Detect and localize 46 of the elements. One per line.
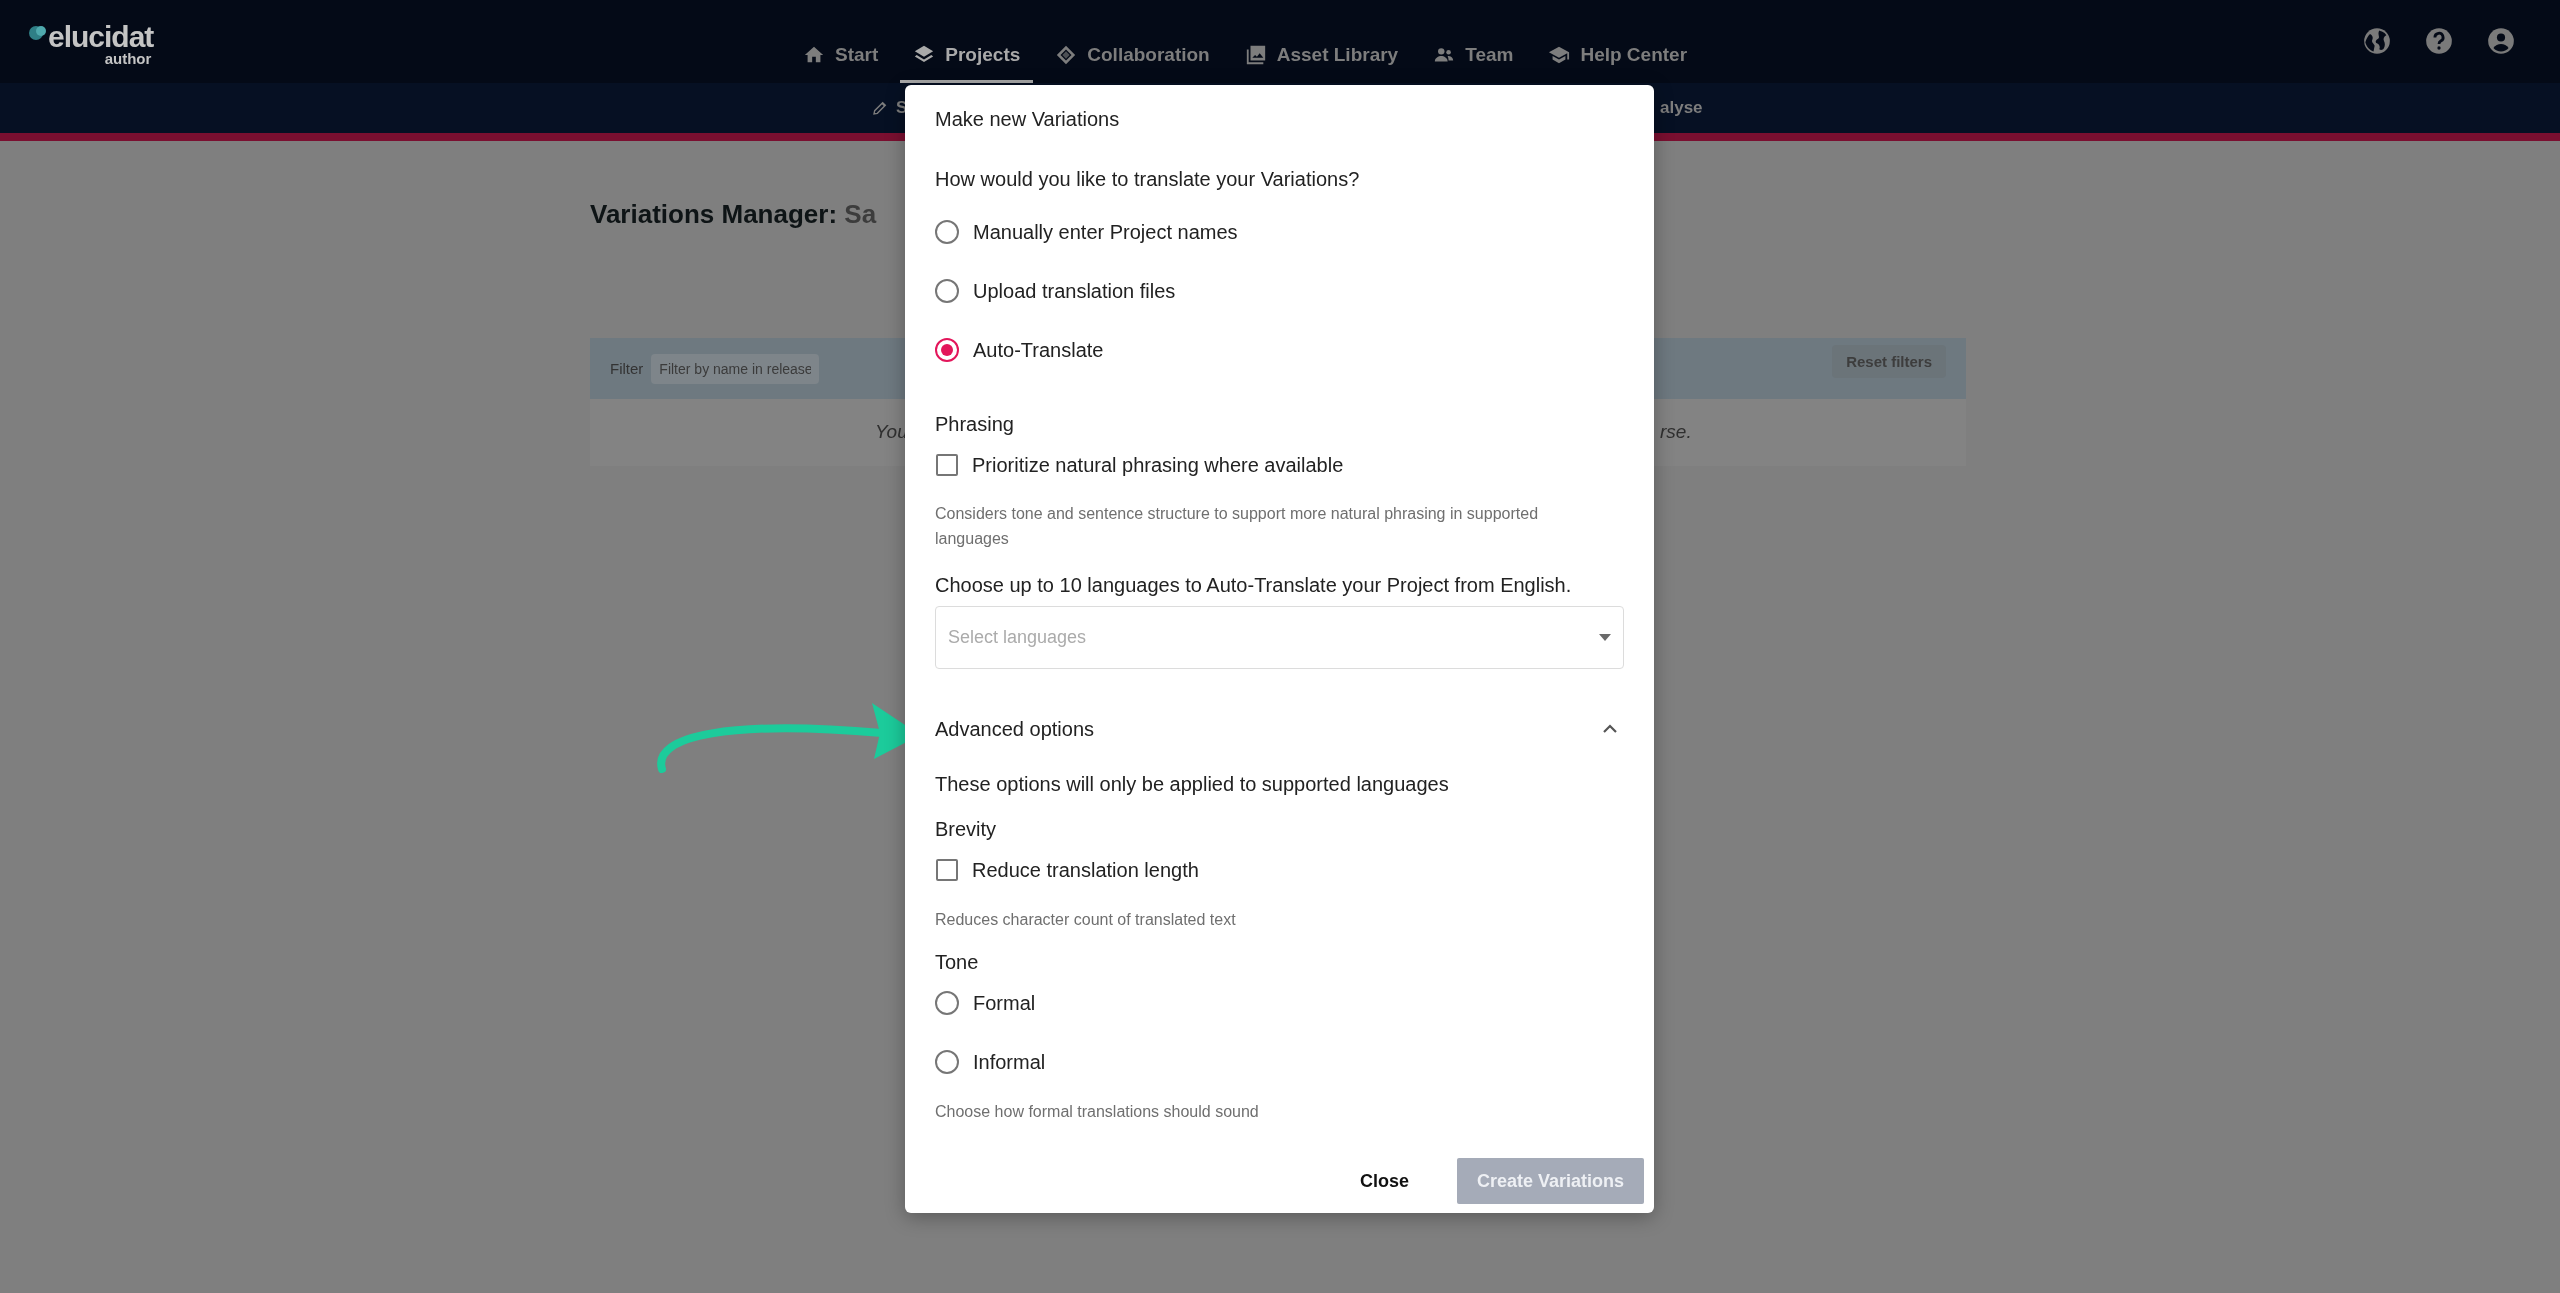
checkbox[interactable] — [936, 454, 958, 476]
help-icon[interactable] — [2425, 27, 2453, 55]
pencil-icon — [872, 100, 888, 116]
page-title: Variations Manager: Sa — [590, 199, 878, 230]
checkbox[interactable] — [936, 859, 958, 881]
logo-text: elucidat — [48, 22, 154, 52]
radio-label: Formal — [973, 991, 1036, 1016]
filter-label: Filter — [610, 360, 644, 377]
field-label: Choose up to 10 languages to Auto-Translate your Project from English. — [935, 573, 1573, 598]
nav-tab[interactable]: Asset Library — [1231, 44, 1412, 83]
graduation-cap-icon — [1548, 44, 1571, 66]
sub-nav-item[interactable]: alyse — [1660, 98, 1703, 118]
hint-text: Considers tone and sentence structure to support more natural phrasing in supported languages — [935, 504, 1540, 549]
hint-text: Reduces character count of translated text — [935, 909, 1237, 930]
diamond-icon — [1055, 44, 1078, 66]
radio-button[interactable] — [935, 279, 959, 303]
close-button[interactable]: Close — [1339, 1158, 1429, 1204]
nav-tab[interactable]: Start — [790, 44, 892, 83]
filter-field[interactable]: Filter by name in release — [651, 353, 820, 384]
section-heading: Tone — [935, 950, 980, 975]
hint-text: Choose how formal translations should sound — [935, 1101, 1260, 1122]
checkbox-label: Reduce translation length — [972, 858, 1199, 883]
checkbox-label: Prioritize natural phrasing where available — [972, 453, 1344, 478]
radio-label: Informal — [973, 1050, 1046, 1075]
advanced-options-toggle[interactable]: Advanced options — [935, 709, 1624, 749]
note-text: These options will only be applied to supported languages — [935, 772, 1450, 797]
section-heading: Brevity — [935, 817, 998, 842]
modal-title: Make new Variations — [935, 107, 1121, 132]
radio-button[interactable] — [935, 1050, 959, 1074]
radio-label: Manually enter Project names — [973, 220, 1238, 245]
radio-button[interactable] — [935, 991, 959, 1015]
radio-label: Auto-Translate — [973, 338, 1104, 363]
nav-tab[interactable]: Help Center — [1535, 44, 1701, 83]
nav-tab[interactable]: Team — [1420, 44, 1527, 83]
radio-label: Upload translation files — [973, 279, 1176, 304]
radio-button[interactable] — [935, 220, 959, 244]
radio-button[interactable] — [935, 338, 959, 362]
nav-tab[interactable]: Collaboration — [1042, 44, 1223, 83]
account-icon[interactable] — [2487, 27, 2515, 55]
globe-icon[interactable] — [2363, 27, 2391, 55]
images-icon — [1244, 44, 1267, 66]
empty-message-fragment: rse. — [1660, 421, 1692, 443]
dropdown-caret-icon — [1599, 634, 1611, 641]
logo-subtitle: author — [104, 52, 152, 66]
question-text: How would you like to translate your Variations? — [935, 167, 1361, 192]
section-heading: Phrasing — [935, 412, 1015, 437]
